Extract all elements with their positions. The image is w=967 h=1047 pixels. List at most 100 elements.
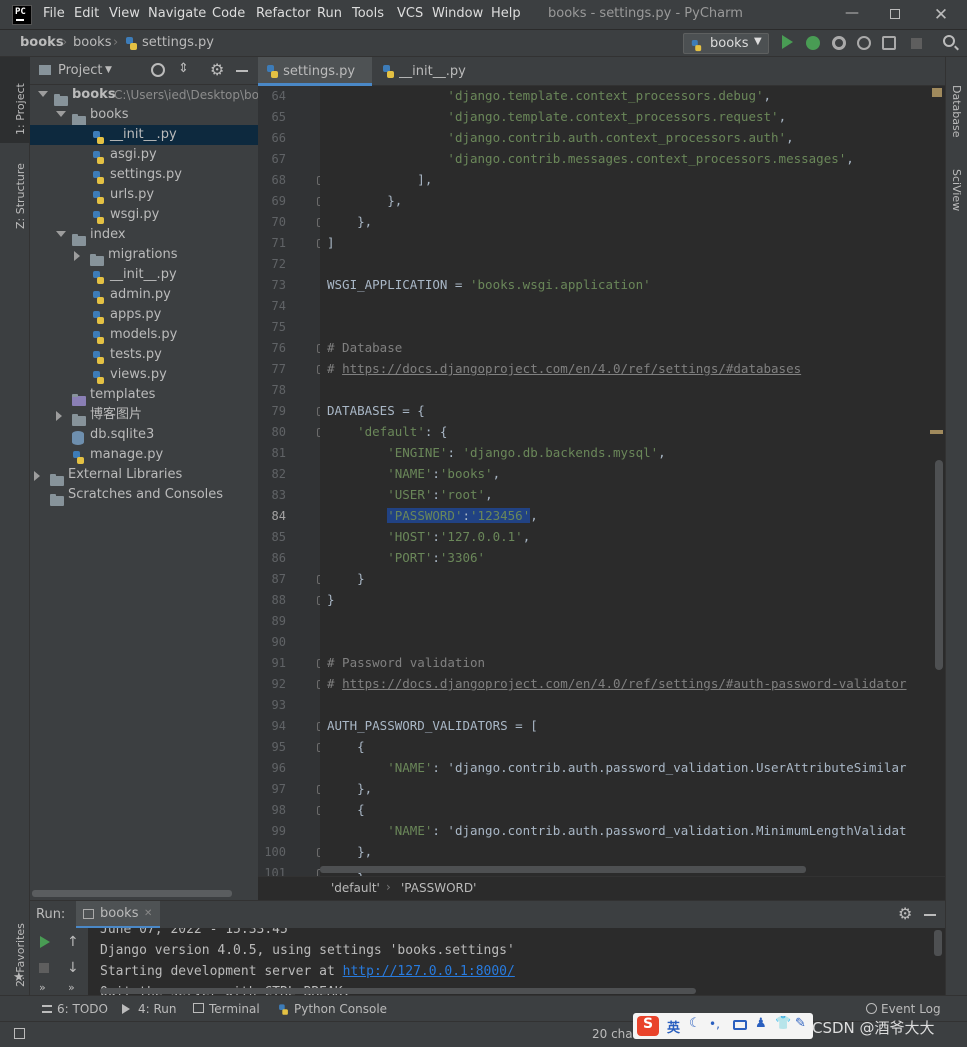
inspection-status-icon[interactable] — [932, 88, 942, 97]
tree-item-external-libraries[interactable]: External Libraries — [30, 465, 258, 486]
arrow-down-icon[interactable]: ↓ — [67, 960, 79, 976]
tree-item-init-py[interactable]: __init__.py — [30, 265, 258, 285]
menu-vcs[interactable]: VCS — [397, 6, 423, 21]
tree-item-init-py[interactable]: __init__.py — [30, 125, 258, 145]
skin-icon[interactable]: 👕 — [775, 1016, 791, 1031]
terminal-tab[interactable]: Terminal — [209, 1002, 260, 1016]
toggle-tool-windows-icon[interactable] — [14, 1028, 25, 1039]
tree-item-settings-py[interactable]: settings.py — [30, 165, 258, 185]
console-horizontal-scrollbar[interactable] — [100, 988, 696, 994]
database-tool-tab[interactable]: Database — [950, 85, 963, 138]
editor-horizontal-scrollbar[interactable] — [320, 866, 806, 873]
ime-language-toggle[interactable]: 英 — [667, 1017, 680, 1036]
tree-item-admin-py[interactable]: admin.py — [30, 285, 258, 305]
menu-file[interactable]: File — [43, 6, 65, 21]
python-console-tab[interactable]: Python Console — [294, 1002, 387, 1016]
editor-vertical-scrollbar[interactable] — [935, 460, 943, 670]
collapse-all-icon[interactable]: ⇕ — [178, 61, 189, 76]
tree-item-urls-py[interactable]: urls.py — [30, 185, 258, 205]
chevron-down-icon[interactable] — [56, 111, 66, 117]
tree-item-db-sqlite3[interactable]: db.sqlite3 — [30, 425, 258, 445]
chevron-right-icon[interactable] — [34, 471, 40, 481]
coverage-icon[interactable] — [832, 36, 846, 50]
keyboard-icon[interactable] — [733, 1020, 747, 1030]
breadcrumb-password[interactable]: 'PASSWORD' — [401, 881, 476, 895]
gear-icon[interactable]: ⚙ — [210, 60, 224, 79]
close-button[interactable]: ✕ — [931, 5, 951, 25]
tools-icon[interactable]: ✎ — [795, 1016, 806, 1031]
hide-panel-icon[interactable] — [924, 914, 936, 916]
chevron-down-icon[interactable] — [38, 91, 48, 97]
run-tab-books[interactable]: books ✕ — [76, 901, 160, 928]
chevron-down-icon[interactable] — [56, 231, 66, 237]
debug-icon[interactable] — [806, 36, 820, 50]
tree-item-asgi-py[interactable]: asgi.py — [30, 145, 258, 165]
close-tab-icon[interactable]: ✕ — [144, 908, 152, 919]
project-tool-tab[interactable]: 1: Project — [14, 83, 27, 135]
tree-item-books[interactable]: books — [30, 105, 258, 126]
run-tab[interactable]: 4: Run — [138, 1002, 177, 1016]
sogou-logo-icon[interactable]: S — [637, 1016, 659, 1036]
todo-tab[interactable]: 6: TODO — [57, 1002, 108, 1016]
tab-settings-py[interactable]: settings.py ✕ — [258, 57, 372, 107]
run-configuration-select[interactable]: books ▼ — [683, 33, 769, 54]
arrow-up-icon[interactable]: ↑ — [67, 934, 79, 950]
tree-item-views-py[interactable]: views.py — [30, 365, 258, 385]
tree-item-apps-py[interactable]: apps.py — [30, 305, 258, 325]
tree-item-migrations[interactable]: migrations — [30, 245, 258, 266]
tree-item-index[interactable]: index — [30, 225, 258, 246]
tree-item-wsgi-py[interactable]: wsgi.py — [30, 205, 258, 225]
rerun-icon[interactable] — [40, 936, 50, 948]
event-log-tab[interactable]: Event Log — [881, 1002, 941, 1016]
more-icon[interactable]: » — [39, 981, 46, 994]
chevron-right-icon[interactable] — [56, 411, 62, 421]
minimize-button[interactable]: — — [842, 5, 862, 25]
chevron-down-icon[interactable]: ▼ — [105, 65, 112, 75]
menu-refactor[interactable]: Refactor — [256, 6, 311, 21]
tree-item-manage-py[interactable]: manage.py — [30, 445, 258, 465]
menu-navigate[interactable]: Navigate — [148, 6, 206, 21]
profile-icon[interactable] — [857, 36, 871, 50]
stop-icon[interactable] — [911, 38, 922, 49]
horizontal-scrollbar[interactable] — [32, 890, 232, 897]
tree-item-scratches-and-consoles[interactable]: Scratches and Consoles — [30, 485, 258, 506]
tab-init-py[interactable]: __init__.py ✕ — [374, 57, 480, 107]
tree-item-templates[interactable]: templates — [30, 385, 258, 406]
run-icon[interactable] — [782, 35, 793, 49]
moon-icon[interactable]: ☾ — [689, 1016, 701, 1031]
menu-help[interactable]: Help — [491, 6, 521, 21]
sciview-tool-tab[interactable]: SciView — [950, 169, 963, 211]
menu-tools[interactable]: Tools — [352, 6, 384, 21]
punctuation-icon[interactable]: •, — [709, 1017, 720, 1031]
menu-code[interactable]: Code — [212, 6, 245, 21]
breadcrumb-file[interactable]: settings.py — [142, 35, 214, 50]
tree-item-models-py[interactable]: models.py — [30, 325, 258, 345]
maximize-button[interactable] — [885, 5, 905, 25]
breadcrumb-folder[interactable]: books — [73, 35, 111, 50]
console-scrollbar[interactable] — [934, 930, 942, 956]
breadcrumb-project[interactable]: books — [20, 35, 64, 50]
menu-view[interactable]: View — [109, 6, 140, 21]
build-icon[interactable] — [882, 36, 896, 50]
gear-icon[interactable]: ⚙ — [898, 904, 912, 923]
menu-window[interactable]: Window — [432, 6, 483, 21]
line-number: 100 — [264, 845, 286, 859]
structure-tool-tab[interactable]: Z: Structure — [14, 163, 27, 229]
tree-item-[interactable]: 博客图片 — [30, 405, 258, 426]
server-link[interactable]: http://127.0.0.1:8000/ — [343, 964, 515, 979]
chevron-right-icon[interactable] — [74, 251, 80, 261]
menu-edit[interactable]: Edit — [74, 6, 99, 21]
user-icon[interactable]: ♟ — [755, 1016, 767, 1031]
run-console-output[interactable]: June 07, 2022 - 15:33:45 Django version … — [88, 928, 945, 996]
project-view-title[interactable]: Project — [58, 63, 102, 78]
stop-icon[interactable] — [39, 963, 49, 973]
hide-panel-icon[interactable] — [236, 70, 248, 72]
tree-item-books[interactable]: books C:\Users\ied\Desktop\bo — [30, 85, 259, 106]
locate-icon[interactable] — [151, 63, 165, 77]
menu-run[interactable]: Run — [317, 6, 342, 21]
code-editor[interactable]: 'django.template.context_processors.debu… — [320, 86, 940, 876]
more-icon[interactable]: » — [68, 981, 75, 994]
tree-item-tests-py[interactable]: tests.py — [30, 345, 258, 365]
breadcrumb-default[interactable]: 'default' — [331, 881, 380, 895]
search-icon[interactable] — [943, 35, 955, 47]
